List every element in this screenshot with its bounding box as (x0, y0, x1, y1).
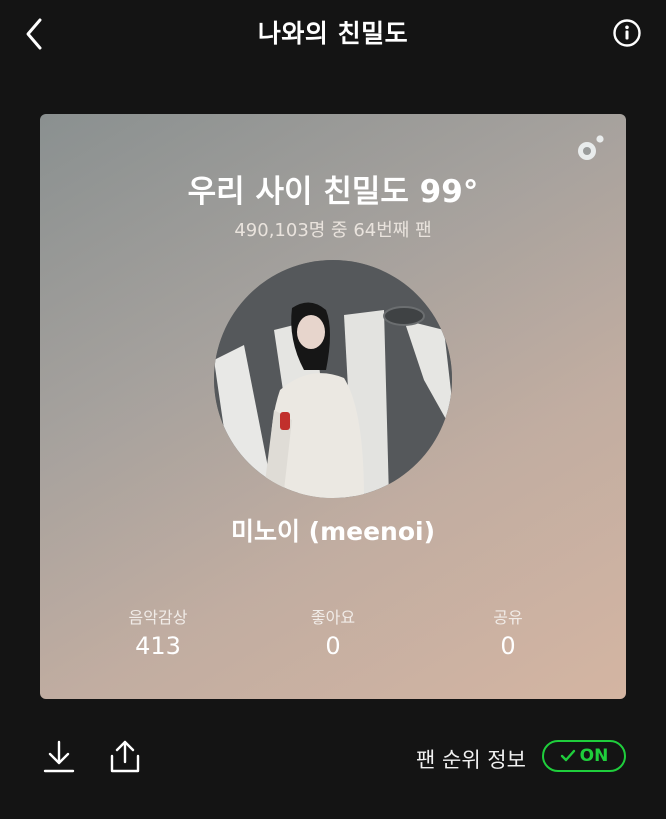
bottom-bar: 팬 순위 정보 ON (0, 730, 666, 790)
top-bar: 나와의 친밀도 (0, 0, 666, 66)
stat-label: 공유 (493, 608, 523, 627)
download-icon (43, 740, 75, 773)
stat-value: 413 (135, 632, 181, 660)
fan-rank-info-label: 팬 순위 정보 (416, 748, 526, 772)
share-button[interactable] (108, 738, 142, 774)
intimacy-card: 우리 사이 친밀도 99° 490,103명 중 64번째 팬 미노이 (mee… (40, 114, 626, 699)
brand-logo-icon (574, 133, 606, 165)
artist-name: 미노이 (meenoi) (230, 517, 436, 546)
check-icon (560, 749, 575, 762)
toggle-label: ON (579, 746, 609, 766)
info-button[interactable] (612, 18, 642, 48)
stat-label: 음악감상 (128, 608, 188, 627)
download-button[interactable] (42, 738, 76, 774)
intimacy-headline: 우리 사이 친밀도 99° (187, 174, 479, 210)
info-icon (613, 19, 641, 47)
stat-listens: 음악감상 413 (63, 604, 253, 660)
fan-rank-text: 490,103명 중 64번째 팬 (234, 220, 432, 241)
stat-value: 0 (325, 632, 341, 660)
fan-rank-toggle[interactable]: ON (542, 740, 626, 772)
stat-shares: 공유 0 (413, 604, 603, 660)
stat-label: 좋아요 (310, 608, 356, 627)
share-icon (110, 740, 140, 773)
stat-likes: 좋아요 0 (238, 604, 428, 660)
stat-value: 0 (500, 632, 516, 660)
artist-avatar (214, 260, 452, 498)
page-title: 나와의 친밀도 (257, 19, 409, 48)
